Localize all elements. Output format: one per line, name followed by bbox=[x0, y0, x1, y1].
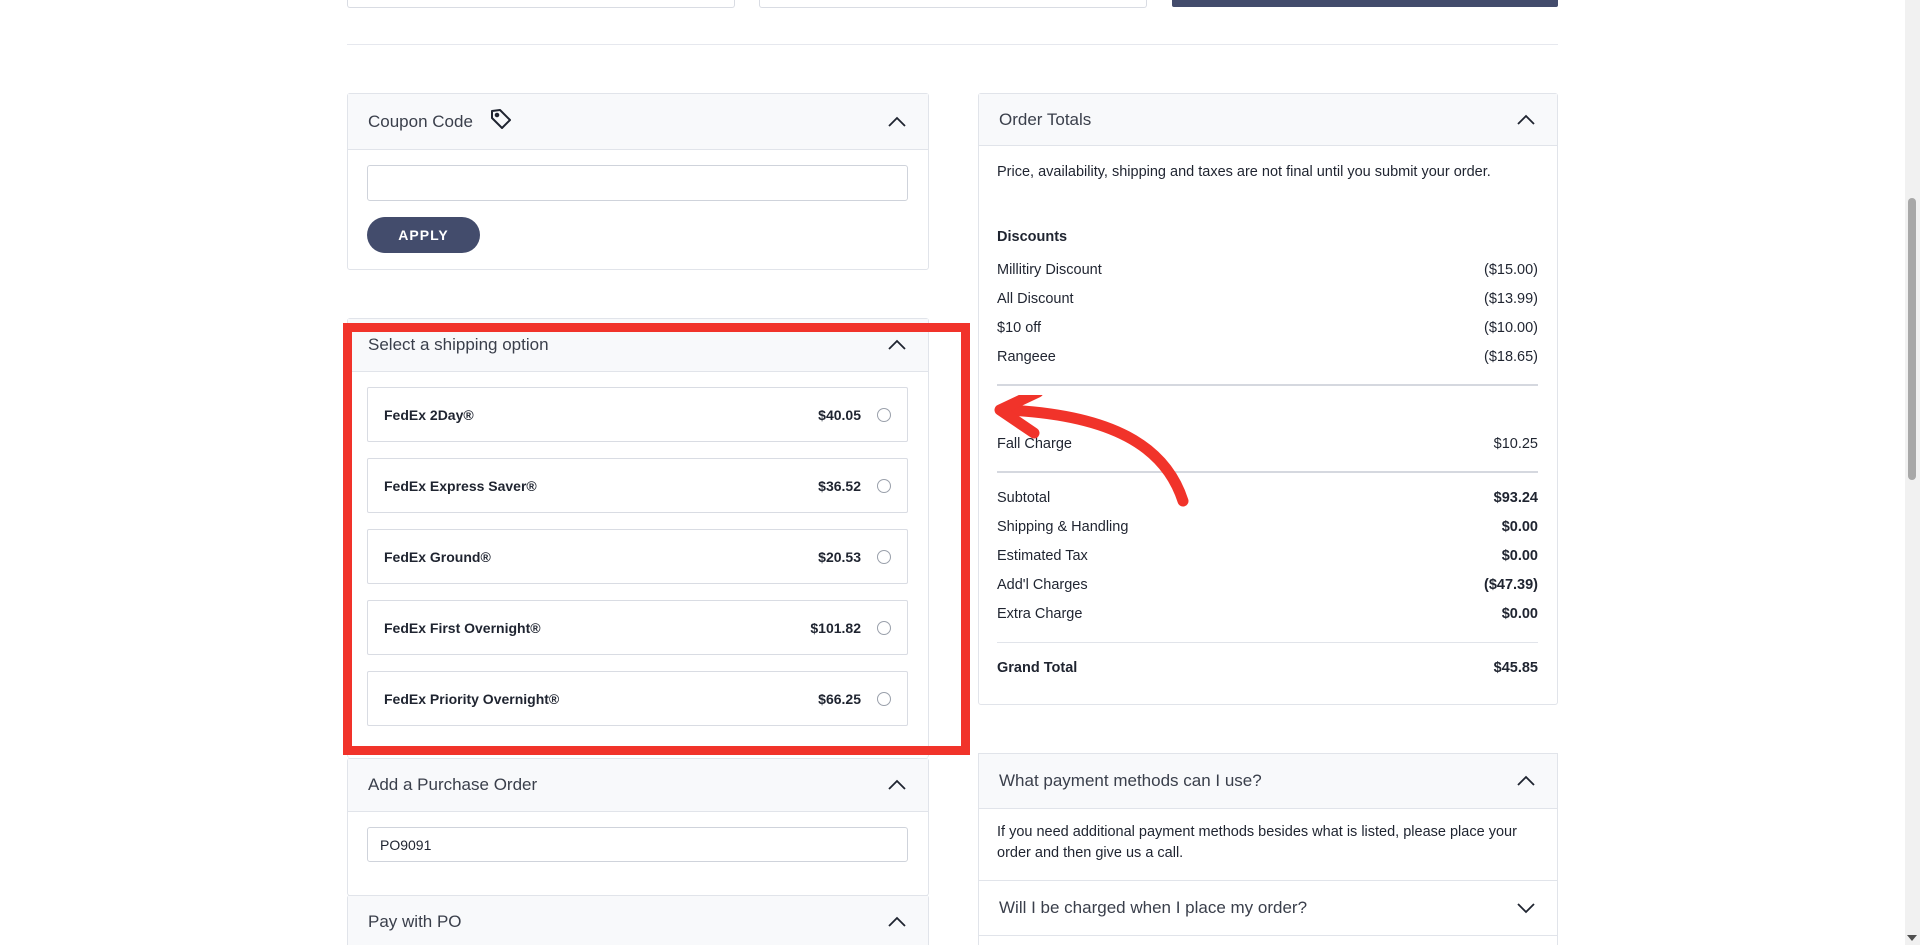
summary-amount: $0.00 bbox=[1501, 606, 1538, 622]
top-button[interactable] bbox=[1172, 0, 1558, 7]
faq-answer-text: If you need additional payment methods b… bbox=[997, 824, 1517, 861]
summary-label: Extra Charge bbox=[997, 606, 1083, 622]
shipping-radio[interactable] bbox=[877, 478, 891, 493]
discount-line: All Discount ($13.99) bbox=[997, 291, 1538, 307]
summary-label: Add'l Charges bbox=[997, 577, 1088, 593]
shipping-option-name: FedEx 2Day® bbox=[384, 406, 474, 423]
summary-label: Estimated Tax bbox=[997, 548, 1088, 564]
grand-total-line: Grand Total $45.85 bbox=[997, 660, 1538, 676]
shipping-title: Select a shipping option bbox=[368, 335, 549, 354]
chevron-up-icon[interactable] bbox=[1515, 109, 1537, 131]
shipping-radio[interactable] bbox=[877, 407, 891, 422]
shipping-option-price: $101.82 bbox=[810, 619, 861, 636]
summary-amount: $0.00 bbox=[1501, 548, 1538, 564]
order-notice: Price, availability, shipping and taxes … bbox=[997, 164, 1491, 180]
shipping-option-name: FedEx Priority Overnight® bbox=[384, 690, 560, 707]
totals-divider bbox=[997, 642, 1538, 643]
scroll-down-icon[interactable] bbox=[1907, 935, 1917, 941]
totals-divider bbox=[997, 384, 1538, 386]
coupon-header[interactable]: Coupon Code bbox=[348, 94, 928, 150]
shipping-option-name: FedEx First Overnight® bbox=[384, 619, 541, 636]
discount-amount: ($15.00) bbox=[1483, 262, 1538, 278]
scrollbar-thumb[interactable] bbox=[1908, 198, 1916, 480]
coupon-title: Coupon Code bbox=[368, 111, 473, 131]
summary-line: Estimated Tax $0.00 bbox=[997, 548, 1538, 564]
discount-amount: ($18.65) bbox=[1483, 349, 1538, 365]
faq-question-text: Will I be charged when I place my order? bbox=[999, 898, 1308, 917]
purchase-order-input[interactable] bbox=[367, 827, 908, 862]
purchase-order-header[interactable]: Add a Purchase Order bbox=[348, 759, 928, 812]
shipping-option-name: FedEx Express Saver® bbox=[384, 477, 537, 494]
summary-line: Shipping & Handling $0.00 bbox=[997, 519, 1538, 535]
chevron-up-icon[interactable] bbox=[886, 911, 908, 933]
discount-amount: ($13.99) bbox=[1483, 291, 1538, 307]
summary-amount: ($47.39) bbox=[1483, 577, 1538, 593]
shipping-option[interactable]: FedEx 2Day® $40.05 bbox=[367, 387, 908, 442]
discount-label: All Discount bbox=[997, 291, 1074, 307]
faq-question-text: What payment methods can I use? bbox=[999, 771, 1262, 790]
apply-button[interactable]: APPLY bbox=[367, 217, 480, 253]
discount-amount: ($10.00) bbox=[1483, 320, 1538, 336]
section-divider bbox=[347, 44, 1558, 45]
shipping-option-price: $66.25 bbox=[818, 690, 861, 707]
purchase-order-title: Add a Purchase Order bbox=[368, 775, 538, 794]
shipping-option[interactable]: FedEx Ground® $20.53 bbox=[367, 529, 908, 584]
grand-total-amount: $45.85 bbox=[1493, 660, 1538, 676]
summary-line: Add'l Charges ($47.39) bbox=[997, 577, 1538, 593]
discount-line: Rangeee ($18.65) bbox=[997, 349, 1538, 365]
faq-question-charged[interactable]: Will I be charged when I place my order? bbox=[978, 880, 1558, 936]
shipping-radio[interactable] bbox=[877, 549, 891, 564]
discount-line: Millitiry Discount ($15.00) bbox=[997, 262, 1538, 278]
chevron-up-icon[interactable] bbox=[886, 334, 908, 356]
tag-icon bbox=[489, 107, 513, 136]
faq-question-payment[interactable]: What payment methods can I use? bbox=[978, 753, 1558, 809]
annotation-arrow-icon bbox=[994, 395, 1189, 507]
pay-with-po-title: Pay with PO bbox=[368, 912, 462, 931]
pay-with-po-card: Pay with PO bbox=[347, 895, 929, 945]
summary-line: Extra Charge $0.00 bbox=[997, 606, 1538, 622]
shipping-option-price: $20.53 bbox=[818, 548, 861, 565]
grand-total-label: Grand Total bbox=[997, 660, 1078, 676]
order-totals-title: Order Totals bbox=[999, 109, 1092, 129]
shipping-radio[interactable] bbox=[877, 691, 891, 706]
shipping-option[interactable]: FedEx First Overnight® $101.82 bbox=[367, 600, 908, 655]
shipping-option[interactable]: FedEx Express Saver® $36.52 bbox=[367, 458, 908, 513]
chevron-up-icon[interactable] bbox=[886, 111, 908, 133]
shipping-option-price: $36.52 bbox=[818, 477, 861, 494]
chevron-up-icon[interactable] bbox=[886, 774, 908, 796]
discount-line: $10 off ($10.00) bbox=[997, 320, 1538, 336]
discount-label: $10 off bbox=[997, 320, 1042, 336]
discount-label: Rangeee bbox=[997, 349, 1056, 365]
shipping-option[interactable]: FedEx Priority Overnight® $66.25 bbox=[367, 671, 908, 726]
summary-amount: $0.00 bbox=[1501, 519, 1538, 535]
chevron-down-icon[interactable] bbox=[1515, 897, 1537, 919]
discounts-heading: Discounts bbox=[997, 229, 1068, 245]
summary-amount: $93.24 bbox=[1493, 490, 1538, 506]
discount-label: Millitiry Discount bbox=[997, 262, 1102, 278]
shipping-header[interactable]: Select a shipping option bbox=[348, 319, 928, 372]
charge-amount: $10.25 bbox=[1493, 436, 1538, 452]
chevron-up-icon[interactable] bbox=[1515, 770, 1537, 792]
shipping-radio[interactable] bbox=[877, 620, 891, 635]
shipping-option-name: FedEx Ground® bbox=[384, 548, 491, 565]
pay-with-po-header[interactable]: Pay with PO bbox=[348, 896, 928, 945]
top-input-middle[interactable] bbox=[759, 0, 1147, 8]
top-input-left[interactable] bbox=[347, 0, 735, 8]
summary-label: Shipping & Handling bbox=[997, 519, 1129, 535]
order-totals-header[interactable]: Order Totals bbox=[979, 94, 1557, 146]
shipping-option-price: $40.05 bbox=[818, 406, 861, 423]
coupon-input[interactable] bbox=[367, 165, 908, 201]
